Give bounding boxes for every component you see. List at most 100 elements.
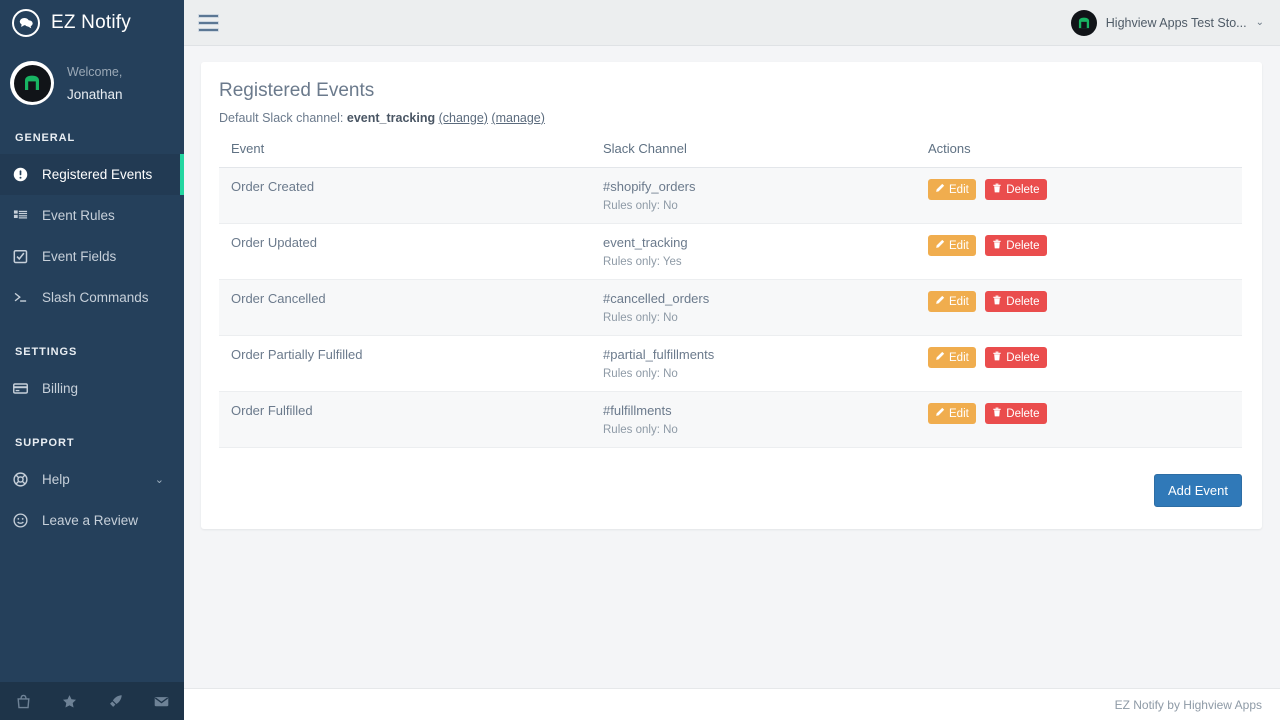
delete-button[interactable]: Delete	[985, 235, 1046, 256]
topbar: Highview Apps Test Sto... ⌄	[184, 0, 1280, 46]
brand[interactable]: EZ Notify	[0, 0, 184, 46]
sidebar-item-registered-events[interactable]: Registered Events	[0, 154, 184, 195]
welcome-greeting: Welcome,	[67, 65, 122, 79]
trash-icon	[992, 239, 1002, 252]
cell-event-name: Order Fulfilled	[219, 392, 591, 448]
table-row: Order Updated event_tracking Rules only:…	[219, 224, 1242, 280]
section-label-settings: SETTINGS	[0, 318, 184, 368]
sidebar: EZ Notify Welcome, Jonathan GENERAL	[0, 0, 184, 720]
table-row: Order Fulfilled #fulfillments Rules only…	[219, 392, 1242, 448]
events-table-head: Event Slack Channel Actions	[219, 141, 1242, 168]
rules-only-text: Rules only: No	[603, 368, 916, 380]
brand-name: EZ Notify	[51, 12, 131, 34]
star-icon[interactable]	[46, 693, 92, 710]
cell-channel: event_tracking Rules only: Yes	[591, 224, 916, 280]
table-header-row: Event Slack Channel Actions	[219, 141, 1242, 168]
delete-button-label: Delete	[1006, 352, 1039, 364]
delete-button-label: Delete	[1006, 296, 1039, 308]
table-row: Order Created #shopify_orders Rules only…	[219, 168, 1242, 224]
sidebar-item-label: Help	[42, 472, 142, 487]
cell-event-name: Order Updated	[219, 224, 591, 280]
cell-actions: Edit	[916, 392, 1242, 448]
cell-actions: Edit	[916, 224, 1242, 280]
events-table-body: Order Created #shopify_orders Rules only…	[219, 168, 1242, 448]
channel-name: #shopify_orders	[603, 179, 916, 194]
change-channel-link[interactable]: (change)	[439, 111, 488, 125]
terminal-icon	[11, 290, 29, 305]
pencil-icon	[935, 407, 945, 420]
sidebar-item-event-rules[interactable]: Event Rules	[0, 195, 184, 236]
main-area: Highview Apps Test Sto... ⌄ Registered E…	[184, 0, 1280, 720]
sidebar-item-label: Leave a Review	[42, 513, 184, 528]
sidebar-item-billing[interactable]: Billing	[0, 368, 184, 409]
trash-icon	[992, 183, 1002, 196]
trash-icon	[992, 295, 1002, 308]
sidebar-footer	[0, 682, 184, 720]
edit-button-label: Edit	[949, 184, 969, 196]
manage-channel-link[interactable]: (manage)	[491, 111, 545, 125]
edit-button[interactable]: Edit	[928, 179, 976, 200]
cell-event-name: Order Partially Fulfilled	[219, 336, 591, 392]
cell-actions: Edit	[916, 168, 1242, 224]
rocket-icon[interactable]	[92, 693, 138, 710]
sidebar-item-slash-commands[interactable]: Slash Commands	[0, 277, 184, 318]
default-channel-line: Default Slack channel: event_tracking (c…	[219, 111, 1242, 125]
shopping-bag-icon[interactable]	[0, 693, 46, 710]
sidebar-item-event-fields[interactable]: Event Fields	[0, 236, 184, 277]
content-wrapper: Registered Events Default Slack channel:…	[184, 46, 1280, 529]
avatar	[10, 61, 54, 105]
cell-actions: Edit	[916, 280, 1242, 336]
page-title: Registered Events	[219, 80, 1242, 102]
pencil-icon	[935, 239, 945, 252]
edit-button[interactable]: Edit	[928, 235, 976, 256]
edit-button[interactable]: Edit	[928, 291, 976, 312]
add-event-button[interactable]: Add Event	[1154, 474, 1242, 507]
pencil-icon	[935, 351, 945, 364]
cell-actions: Edit	[916, 336, 1242, 392]
edit-button-label: Edit	[949, 408, 969, 420]
column-header-actions: Actions	[916, 141, 1242, 168]
trash-icon	[992, 351, 1002, 364]
sidebar-item-label: Registered Events	[42, 167, 184, 182]
envelope-icon[interactable]	[138, 693, 184, 710]
section-label-general: GENERAL	[0, 120, 184, 154]
edit-button[interactable]: Edit	[928, 347, 976, 368]
chat-bubbles-icon	[12, 9, 40, 37]
channel-name: #partial_fulfillments	[603, 347, 916, 362]
cell-channel: #shopify_orders Rules only: No	[591, 168, 916, 224]
welcome-username: Jonathan	[67, 87, 123, 102]
edit-button[interactable]: Edit	[928, 403, 976, 424]
sidebar-item-help[interactable]: Help ⌄	[0, 459, 184, 500]
rules-only-text: Rules only: Yes	[603, 256, 916, 268]
channel-name: event_tracking	[603, 235, 916, 250]
edit-button-label: Edit	[949, 296, 969, 308]
user-profile[interactable]: Welcome, Jonathan	[0, 46, 184, 120]
delete-button-label: Delete	[1006, 408, 1039, 420]
sidebar-item-leave-a-review[interactable]: Leave a Review	[0, 500, 184, 541]
list-icon	[11, 208, 29, 223]
checkbox-icon	[11, 249, 29, 264]
delete-button-label: Delete	[1006, 240, 1039, 252]
sidebar-item-label: Billing	[42, 381, 184, 396]
delete-button[interactable]: Delete	[985, 403, 1046, 424]
exclamation-circle-icon	[11, 167, 29, 182]
welcome-text: Welcome, Jonathan	[67, 60, 123, 106]
rules-only-text: Rules only: No	[603, 424, 916, 436]
chevron-down-icon[interactable]: ⌄	[155, 473, 164, 486]
table-row: Order Partially Fulfilled #partial_fulfi…	[219, 336, 1242, 392]
edit-button-label: Edit	[949, 240, 969, 252]
column-header-event: Event	[219, 141, 591, 168]
trash-icon	[992, 407, 1002, 420]
delete-button[interactable]: Delete	[985, 291, 1046, 312]
hamburger-icon[interactable]	[198, 14, 219, 32]
pencil-icon	[935, 183, 945, 196]
column-header-channel: Slack Channel	[591, 141, 916, 168]
delete-button-label: Delete	[1006, 184, 1039, 196]
channel-name: #cancelled_orders	[603, 291, 916, 306]
delete-button[interactable]: Delete	[985, 347, 1046, 368]
card-footer: Add Event	[219, 474, 1242, 507]
app-root: EZ Notify Welcome, Jonathan GENERAL	[0, 0, 1280, 720]
delete-button[interactable]: Delete	[985, 179, 1046, 200]
store-selector[interactable]: Highview Apps Test Sto... ⌄	[1071, 10, 1264, 36]
default-channel-prefix: Default Slack channel:	[219, 111, 343, 125]
